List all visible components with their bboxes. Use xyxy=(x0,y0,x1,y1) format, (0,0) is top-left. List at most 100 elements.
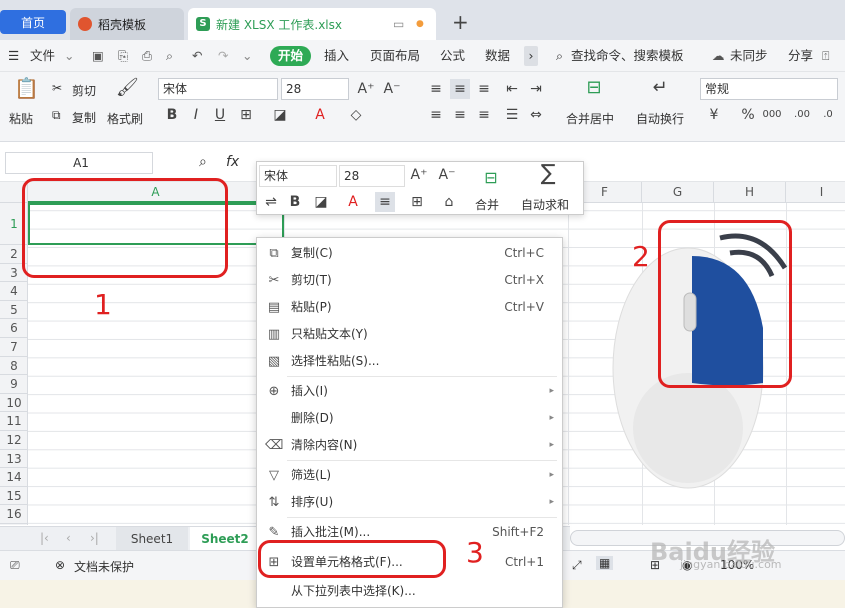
menu-item-paste[interactable]: ▤ 粘贴(P) Ctrl+V xyxy=(257,294,562,321)
preview-icon[interactable]: ⌕ xyxy=(166,40,173,72)
row-header[interactable]: 12 xyxy=(0,431,28,450)
print-icon[interactable]: ⎙ xyxy=(142,40,152,72)
zoom-icon[interactable]: ⌕ xyxy=(199,154,207,170)
currency-icon[interactable]: ¥ xyxy=(704,105,724,125)
tab-home[interactable]: 首页 xyxy=(0,10,66,34)
mini-wrap-icon[interactable]: ⇌ xyxy=(261,192,281,212)
nav-next-icon[interactable]: ›| xyxy=(90,531,99,545)
increase-decimal-icon[interactable]: .00 xyxy=(792,105,812,125)
menu-start[interactable]: 开始 xyxy=(270,46,312,66)
search-commands[interactable]: 查找命令、搜索模板 xyxy=(571,40,684,72)
fill-color-icon[interactable]: ◪ xyxy=(270,105,290,125)
tab-file[interactable]: S 新建 XLSX 工作表.xlsx ▭ ● xyxy=(188,8,436,40)
row-header[interactable]: 14 xyxy=(0,468,28,487)
row-header[interactable]: 5 xyxy=(0,301,28,320)
font-select[interactable]: 宋体 xyxy=(158,78,278,100)
chevron-down-icon[interactable]: ⌄ xyxy=(64,40,74,72)
fx-button[interactable]: fx xyxy=(226,154,239,170)
copy-icon[interactable]: ⧉ xyxy=(52,108,61,123)
col-header-i[interactable]: I xyxy=(786,182,845,203)
chevron-down-icon[interactable]: ⌄ xyxy=(242,40,252,72)
monitor-icon[interactable]: ▭ xyxy=(393,17,404,31)
mini-fill-icon[interactable]: ◪ xyxy=(311,192,331,212)
row-header[interactable]: 10 xyxy=(0,394,28,413)
decrease-decimal-icon[interactable]: .0 xyxy=(818,105,838,125)
new-tab-button[interactable]: + xyxy=(452,10,469,34)
justify-icon[interactable]: ☰ xyxy=(502,105,522,125)
shrink-font-button[interactable]: A⁻ xyxy=(382,79,402,99)
mini-autosum-button[interactable]: 自动求和 xyxy=(521,196,569,213)
menu-item-clear[interactable]: ⌫ 清除内容(N) ▸ xyxy=(257,432,562,459)
wrap-text-button[interactable]: 自动换行 xyxy=(636,110,684,127)
menu-item-copy[interactable]: ⧉ 复制(C) Ctrl+C xyxy=(257,240,562,267)
mini-font-select[interactable]: 宋体 xyxy=(259,165,337,187)
mini-grow-font-icon[interactable]: A⁺ xyxy=(409,165,429,185)
save-icon[interactable]: ▣ xyxy=(92,40,104,72)
tab-template[interactable]: 稻壳模板 xyxy=(70,8,184,40)
paste-button[interactable]: 粘贴 xyxy=(9,110,33,127)
align-left-icon[interactable]: ≡ xyxy=(426,105,446,125)
menu-item-paste-text[interactable]: ▥ 只粘贴文本(Y) xyxy=(257,321,562,348)
brush-icon[interactable]: 🖌 xyxy=(116,78,139,98)
align-middle-icon[interactable]: ≡ xyxy=(450,79,470,99)
row-header[interactable]: 6 xyxy=(0,319,28,338)
hamburger-icon[interactable]: ☰ xyxy=(8,40,19,72)
border-icon[interactable]: ⊞ xyxy=(236,105,256,125)
normal-view-icon[interactable]: ▦ xyxy=(596,556,614,570)
mini-bold-button[interactable]: B xyxy=(285,192,305,212)
row-header[interactable]: 4 xyxy=(0,282,28,301)
menu-item-paste-special[interactable]: ▧ 选择性粘贴(S)... xyxy=(257,348,562,375)
undo-icon[interactable]: ↶ xyxy=(192,40,202,72)
paste-icon[interactable]: 📋 xyxy=(14,78,39,102)
nav-prev-icon[interactable]: ‹ xyxy=(66,531,71,545)
protect-status[interactable]: 文档未保护 xyxy=(74,558,134,575)
thousands-icon[interactable]: 000 xyxy=(762,105,782,125)
menu-item-insert[interactable]: ⊕ 插入(I) ▸ xyxy=(257,378,562,405)
search-icon[interactable]: ⌕ xyxy=(556,40,563,72)
mini-shrink-font-icon[interactable]: A⁻ xyxy=(437,165,457,185)
export-icon[interactable]: ⎘ xyxy=(118,40,128,72)
name-box[interactable]: A1 xyxy=(5,152,153,174)
menu-item-filter[interactable]: ▽ 筛选(L) ▸ xyxy=(257,462,562,489)
mini-merge-button[interactable]: 合并 xyxy=(475,196,499,213)
wrap-icon[interactable]: ↵ xyxy=(650,78,670,98)
export-share-icon[interactable]: ⍐ xyxy=(822,40,830,72)
mini-size-select[interactable]: 28 xyxy=(339,165,405,187)
sigma-icon[interactable]: ∑ xyxy=(538,163,558,185)
merge-icon[interactable]: ⊟ xyxy=(584,78,604,98)
align-bottom-icon[interactable]: ≡ xyxy=(474,79,494,99)
size-select[interactable]: 28 xyxy=(281,78,349,100)
col-header-h[interactable]: H xyxy=(714,182,786,203)
menu-file[interactable]: 文件 xyxy=(30,40,55,72)
menu-item-cut[interactable]: ✂ 剪切(T) Ctrl+X xyxy=(257,267,562,294)
indent-increase-icon[interactable]: ⇥ xyxy=(526,79,546,99)
mini-font-color-icon[interactable]: A xyxy=(343,192,363,212)
align-top-icon[interactable]: ≡ xyxy=(426,79,446,99)
menu-formula[interactable]: 公式 xyxy=(440,40,465,72)
row-header[interactable]: 15 xyxy=(0,487,28,506)
merge-center-button[interactable]: 合并居中 xyxy=(566,110,614,127)
redo-icon[interactable]: ↷ xyxy=(218,40,228,72)
sheet-tab-1[interactable]: Sheet1 xyxy=(116,527,188,551)
format-painter-button[interactable]: 格式刷 xyxy=(107,110,143,127)
bold-button[interactable]: B xyxy=(162,105,182,125)
nav-first-icon[interactable]: |‹ xyxy=(40,531,49,545)
menu-data[interactable]: 数据 xyxy=(485,40,510,72)
col-header-g[interactable]: G xyxy=(642,182,714,203)
menu-item-delete[interactable]: 删除(D) ▸ xyxy=(257,405,562,432)
row-header[interactable]: 9 xyxy=(0,375,28,394)
copy-button[interactable]: 复制 xyxy=(72,109,96,126)
percent-button[interactable]: % xyxy=(738,105,758,125)
align-center-icon[interactable]: ≡ xyxy=(450,105,470,125)
menu-item-sort[interactable]: ⇅ 排序(U) ▸ xyxy=(257,489,562,516)
font-color-icon[interactable]: A xyxy=(310,105,330,125)
share-button[interactable]: 分享 xyxy=(788,40,813,72)
menu-page-layout[interactable]: 页面布局 xyxy=(370,40,420,72)
sheet-tab-2[interactable]: Sheet2 xyxy=(190,527,260,551)
more-menu-button[interactable]: › xyxy=(524,46,538,66)
indent-decrease-icon[interactable]: ⇤ xyxy=(502,79,522,99)
mini-align-icon[interactable]: ≡ xyxy=(375,192,395,212)
row-header[interactable]: 11 xyxy=(0,412,28,431)
cut-button[interactable]: 剪切 xyxy=(72,82,96,99)
underline-button[interactable]: U xyxy=(210,105,230,125)
